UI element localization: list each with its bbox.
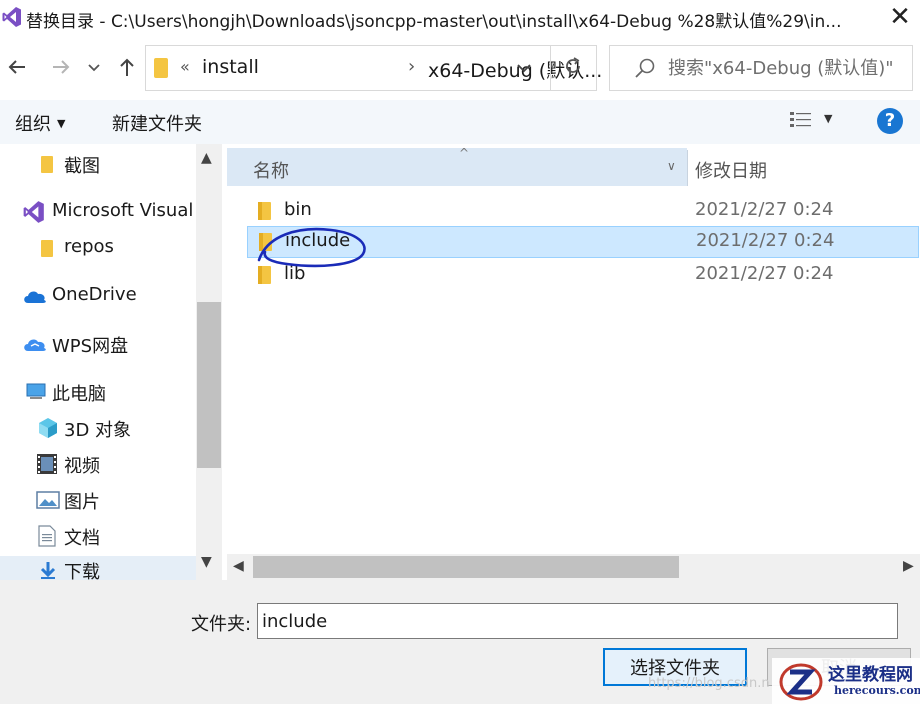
file-name: lib [284,263,306,284]
scroll-up-icon[interactable]: ▲ [201,150,212,166]
folder-icon [154,58,168,78]
folder-icon [258,202,271,220]
pictures-icon [36,491,60,509]
nav-item-label: 此电脑 [52,384,106,405]
table-row[interactable]: lib 2021/2/27 0:24 [247,259,919,291]
column-headers: ^ 名称 ∨ 修改日期 [227,144,920,186]
watermark-logo: 这里教程网 herecours.com [772,658,920,704]
file-list-horizontal-scrollbar[interactable]: ◀ ▶ [227,554,920,580]
file-modified-date: 2021/2/27 0:24 [695,199,834,220]
onedrive-cloud-icon [24,291,46,303]
column-header-modified[interactable]: 修改日期 [695,157,767,183]
file-modified-date: 2021/2/27 0:24 [696,230,835,251]
chevron-down-icon[interactable] [84,55,104,81]
nav-item-onedrive[interactable]: OneDrive [0,282,196,312]
forward-arrow-icon[interactable] [48,55,74,81]
title-bar: 替换目录 - C:\Users\hongjh\Downloads\jsoncpp… [0,0,920,36]
column-filter-caret-icon[interactable]: ∨ [667,159,676,173]
view-details-icon[interactable] [789,110,813,132]
refresh-icon[interactable] [560,55,586,81]
nav-item-microsoft-visual[interactable]: Microsoft Visual [0,198,196,228]
address-dropdown-icon[interactable] [514,58,534,78]
watermark-brand-url: herecours.com [834,684,920,697]
nav-item-label: WPS网盘 [52,336,129,357]
address-bar[interactable]: « install › x64-Debug (默认... [145,45,602,91]
table-row-selected[interactable]: include 2021/2/27 0:24 [247,226,919,258]
watermark-brand-title: 这里教程网 [828,665,913,685]
search-input[interactable] [668,54,908,82]
sort-ascending-icon: ^ [459,146,470,160]
nav-item-pictures[interactable]: 图片 [0,486,196,516]
scrollbar-thumb[interactable] [253,556,679,578]
view-options-caret-icon[interactable]: ▼ [824,112,832,125]
download-icon [40,562,56,579]
up-arrow-icon[interactable] [114,55,140,81]
nav-item-this-pc[interactable]: 此电脑 [0,378,196,408]
file-list: ^ 名称 ∨ 修改日期 bin 2021/2/27 0:24 include 2… [227,144,920,554]
nav-item-label: 下载 [64,562,100,580]
nav-item-downloads[interactable]: 下载 [0,556,196,580]
folder-icon [258,266,271,284]
folder-icon [259,233,272,251]
nav-item-label: 图片 [64,492,100,513]
nav-item-3d-objects[interactable]: 3D 对象 [0,414,196,444]
organize-menu-button[interactable]: 组织 ▼ [15,110,65,136]
folder-icon [41,156,53,173]
video-icon [37,454,57,474]
scroll-right-icon[interactable]: ▶ [903,558,914,574]
breadcrumb-overflow[interactable]: « [180,57,190,76]
nav-item-videos[interactable]: 视频 [0,450,196,480]
nav-item-label: 截图 [64,156,100,177]
watermark-url: https://blog.csdn.n [648,676,770,691]
site-logo-icon [779,663,823,701]
folder-icon [41,240,53,257]
search-box[interactable] [609,45,913,91]
scroll-left-icon[interactable]: ◀ [233,558,244,574]
window-title: 替换目录 - C:\Users\hongjh\Downloads\jsoncpp… [26,12,842,32]
folder-field-label: 文件夹: [191,614,252,635]
nav-item-screenshots[interactable]: 截图 [0,150,196,180]
nav-item-label: OneDrive [52,284,137,305]
organize-label: 组织 [15,114,51,135]
nav-item-wps-cloud[interactable]: WPS网盘 [0,330,196,360]
computer-icon [26,383,46,399]
help-icon[interactable]: ? [877,108,903,134]
file-name: include [285,230,351,251]
nav-item-label: Microsoft Visual [52,200,194,221]
breadcrumb-separator[interactable]: › [408,56,415,77]
navigation-pane: 截图 Microsoft Visual repos OneDrive WPS网盘… [0,144,222,580]
column-divider[interactable] [687,150,688,186]
close-icon[interactable]: ✕ [884,2,916,34]
address-divider [550,46,551,90]
search-icon [635,58,655,78]
nav-pane-scrollbar[interactable]: ▲ ▼ [196,144,222,580]
nav-item-label: repos [64,236,114,257]
file-name: bin [284,199,312,220]
caret-down-icon: ▼ [57,117,66,130]
nav-item-repos[interactable]: repos [0,234,196,264]
file-modified-date: 2021/2/27 0:24 [695,263,834,284]
command-toolbar: 组织 ▼ 新建文件夹 ▼ ? [0,100,920,144]
scrollbar-thumb[interactable] [197,302,221,468]
visual-studio-icon [2,7,21,27]
breadcrumb-segment-install[interactable]: install [202,56,259,78]
new-folder-button[interactable]: 新建文件夹 [112,110,202,136]
navigation-bar: « install › x64-Debug (默认... [0,40,920,96]
nav-item-label: 视频 [64,456,100,477]
back-arrow-icon[interactable] [4,55,30,81]
nav-item-label: 文档 [64,528,100,549]
column-header-name[interactable]: ^ 名称 ∨ [227,146,687,186]
nav-item-documents[interactable]: 文档 [0,522,196,552]
documents-icon [38,525,56,547]
visual-studio-icon [23,201,44,223]
nav-item-label: 3D 对象 [64,420,132,441]
scroll-down-icon[interactable]: ▼ [201,554,212,570]
3d-objects-icon [39,418,57,438]
table-row[interactable]: bin 2021/2/27 0:24 [247,195,919,227]
column-header-name-label: 名称 [253,161,289,182]
wps-cloud-icon [24,339,46,351]
folder-name-input[interactable] [257,603,898,639]
